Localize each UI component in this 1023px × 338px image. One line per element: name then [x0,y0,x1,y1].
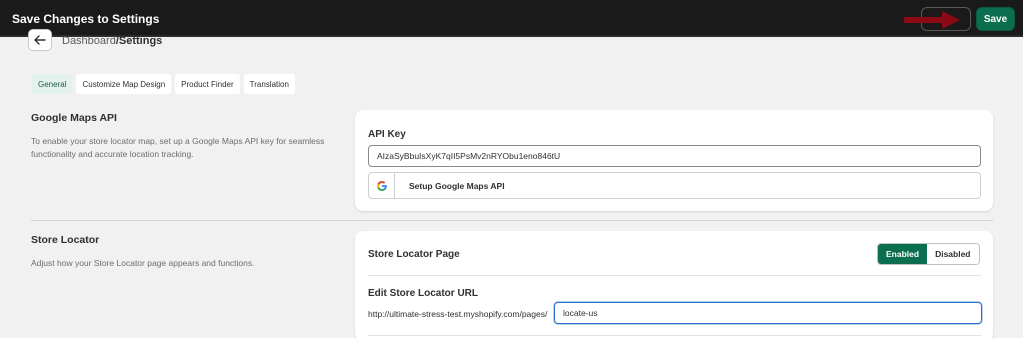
disabled-button[interactable]: Disabled [927,244,979,264]
store-locator-page-label: Store Locator Page [368,249,460,260]
breadcrumb-current: Settings [118,35,163,47]
breadcrumb-parent[interactable]: Dashboard [62,35,116,47]
google-maps-card: API Key AIzaSyBbuIsXyK7qII5PsMv2nRYObu1e… [355,110,993,211]
breadcrumb: Dashboard/Settings [62,35,162,47]
store-locator-section-description: Adjust how your Store Locator page appea… [31,258,255,268]
settings-tabs: General Customize Map Design Product Fin… [32,74,295,94]
tab-general[interactable]: General [32,74,73,94]
api-key-input[interactable]: AIzaSyBbuIsXyK7qII5PsMv2nRYObu1eno846tU [368,145,981,167]
store-locator-url-input[interactable]: locate-us [554,302,982,324]
url-prefix: http://ultimate-stress-test.myshopify.co… [368,309,548,319]
annotation-arrow [904,11,960,29]
store-locator-card: Store Locator Page Enabled Disabled Edit… [355,231,993,338]
tab-translation[interactable]: Translation [243,74,295,94]
google-maps-section-description: To enable your store locator map, set up… [31,136,325,159]
top-bar-title: Save Changes to Settings [12,12,160,26]
enabled-button[interactable]: Enabled [878,244,928,264]
google-icon-wrapper [369,173,395,198]
store-locator-toggle: Enabled Disabled [877,243,980,265]
setup-google-maps-button[interactable]: Setup Google Maps API [368,172,981,199]
back-button[interactable] [28,29,52,51]
card-divider-bottom [368,335,981,336]
tab-customize-map-design[interactable]: Customize Map Design [76,74,172,94]
section-divider [31,220,993,221]
google-maps-section-title: Google Maps API [31,112,117,124]
edit-url-label: Edit Store Locator URL [368,288,479,299]
tab-product-finder[interactable]: Product Finder [175,74,240,94]
save-button[interactable]: Save [976,7,1015,31]
top-bar: Save Changes to Settings Save [0,0,1023,37]
google-icon [376,180,387,191]
api-key-label: API Key [368,129,406,140]
card-divider [368,275,981,276]
setup-google-maps-label: Setup Google Maps API [409,181,505,191]
store-locator-section-title: Store Locator [31,234,100,246]
back-arrow-icon [34,35,46,45]
